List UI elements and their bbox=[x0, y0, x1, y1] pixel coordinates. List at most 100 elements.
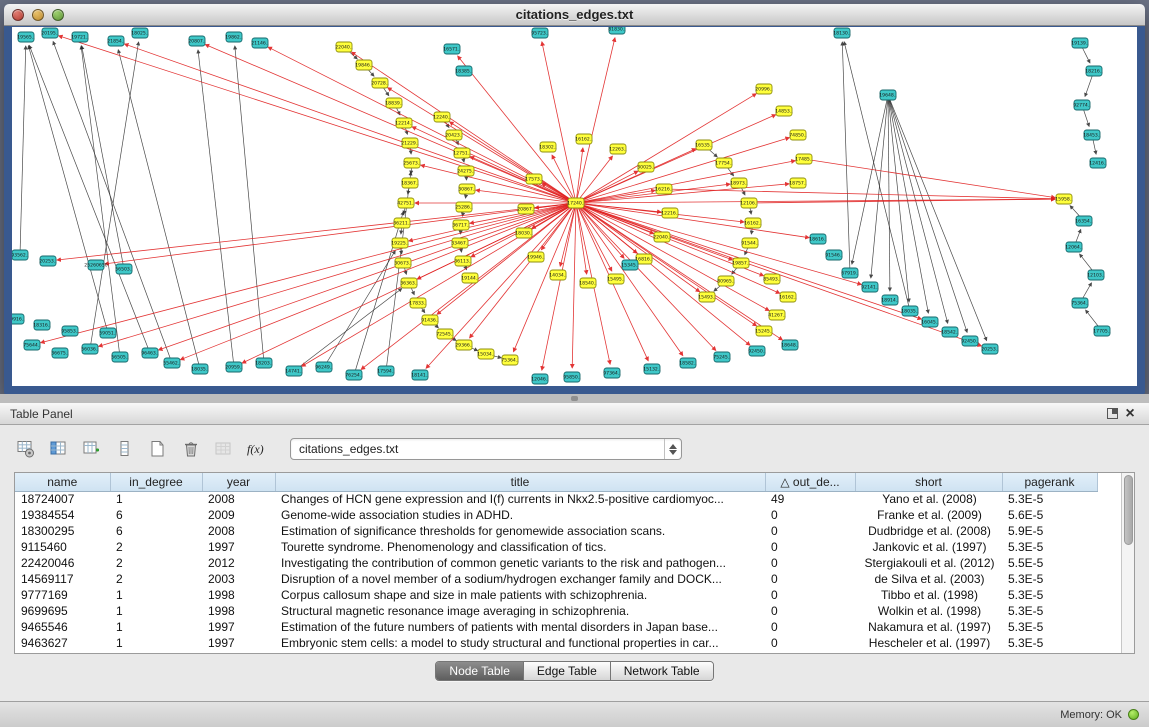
graph-node[interactable]: 18203.. bbox=[255, 358, 273, 368]
graph-node[interactable]: 16216.. bbox=[655, 184, 673, 194]
graph-node[interactable]: 17240.. bbox=[567, 198, 585, 208]
graph-node[interactable]: 59051.. bbox=[99, 328, 117, 338]
graph-node[interactable]: 20195.. bbox=[41, 28, 59, 38]
graph-node[interactable]: 22040.. bbox=[653, 232, 671, 242]
graph-node[interactable]: 20728.. bbox=[371, 78, 389, 88]
graph-node[interactable]: 20423.. bbox=[445, 130, 463, 140]
graph-node[interactable]: 21229.. bbox=[401, 138, 419, 148]
graph-node[interactable]: 95853.. bbox=[61, 326, 79, 336]
graph-node[interactable]: 19916.. bbox=[12, 314, 25, 324]
graph-node[interactable]: 74850.. bbox=[789, 130, 807, 140]
graph-node[interactable]: 17754.. bbox=[715, 158, 733, 168]
table-select-combo[interactable]: citations_edges.txt bbox=[290, 438, 682, 460]
graph-node[interactable]: 19139.. bbox=[1071, 38, 1089, 48]
graph-node[interactable]: 33467.. bbox=[451, 238, 469, 248]
graph-node[interactable]: 42751.. bbox=[397, 198, 415, 208]
graph-node[interactable]: 18130.. bbox=[833, 28, 851, 38]
graph-node[interactable]: 18542.. bbox=[941, 327, 959, 337]
graph-node[interactable]: 15132.. bbox=[643, 364, 661, 374]
graph-node[interactable]: 36363.. bbox=[400, 278, 418, 288]
graph-node[interactable]: 75644.. bbox=[23, 340, 41, 350]
window-titlebar[interactable]: citations_edges.txt bbox=[4, 4, 1145, 26]
graph-node[interactable]: 15345.. bbox=[621, 260, 639, 270]
graph-node[interactable]: 55462.. bbox=[163, 358, 181, 368]
graph-node[interactable]: 19144.. bbox=[461, 273, 479, 283]
graph-node[interactable]: 12416.. bbox=[1089, 158, 1107, 168]
column-header-title[interactable]: title bbox=[275, 473, 765, 491]
table-row[interactable]: 946362711997Embryonic stem cells: a mode… bbox=[15, 635, 1097, 651]
show-columns-icon[interactable] bbox=[47, 437, 71, 461]
graph-node[interactable]: 17485.. bbox=[795, 154, 813, 164]
graph-node[interactable]: 25286.. bbox=[455, 202, 473, 212]
graph-node[interactable]: 12064.. bbox=[1065, 242, 1083, 252]
graph-node[interactable]: 12216.. bbox=[661, 208, 679, 218]
graph-node[interactable]: 18973.. bbox=[730, 178, 748, 188]
graph-node[interactable]: 96249.. bbox=[315, 362, 333, 372]
graph-node[interactable]: 92141.. bbox=[861, 282, 879, 292]
graph-node[interactable]: 20996.. bbox=[755, 84, 773, 94]
graph-node[interactable]: 75364.. bbox=[501, 355, 519, 365]
graph-node[interactable]: 18141.. bbox=[411, 370, 429, 380]
scrollbar-thumb[interactable] bbox=[1124, 475, 1133, 545]
graph-node[interactable]: 67919.. bbox=[841, 268, 859, 278]
graph-node[interactable]: 18540.. bbox=[579, 278, 597, 288]
graph-node[interactable]: 20253.. bbox=[39, 256, 57, 266]
graph-node[interactable]: 36717.. bbox=[452, 220, 470, 230]
tab-edge-table[interactable]: Edge Table bbox=[524, 662, 611, 680]
graph-node[interactable]: 19721.. bbox=[71, 32, 89, 42]
graph-node[interactable]: 36113.. bbox=[454, 256, 472, 266]
graph-node[interactable]: 18616.. bbox=[809, 234, 827, 244]
tab-network-table[interactable]: Network Table bbox=[611, 662, 713, 680]
graph-node[interactable]: 20959.. bbox=[225, 362, 243, 372]
tab-node-table[interactable]: Node Table bbox=[436, 662, 524, 680]
graph-node[interactable]: 19857.. bbox=[732, 258, 750, 268]
graph-node[interactable]: 15495.. bbox=[607, 274, 625, 284]
table-row[interactable]: 1938455462009Genome-wide association stu… bbox=[15, 507, 1097, 523]
graph-node[interactable]: 12751.. bbox=[453, 148, 471, 158]
graph-node[interactable]: 36211.. bbox=[393, 218, 411, 228]
graph-node[interactable]: 41267.. bbox=[768, 310, 786, 320]
graph-node[interactable]: 56036.. bbox=[81, 344, 99, 354]
graph-node[interactable]: 18302.. bbox=[539, 142, 557, 152]
import-table-icon[interactable] bbox=[212, 437, 236, 461]
graph-node[interactable]: 12106.. bbox=[740, 198, 758, 208]
new-document-icon[interactable] bbox=[146, 437, 170, 461]
graph-node[interactable]: 18839.. bbox=[385, 98, 403, 108]
graph-node[interactable]: 16162.. bbox=[779, 292, 797, 302]
graph-node[interactable]: 15034.. bbox=[477, 349, 495, 359]
graph-node[interactable]: 93562.. bbox=[12, 250, 29, 260]
graph-node[interactable]: 91546.. bbox=[825, 250, 843, 260]
float-panel-icon[interactable] bbox=[1103, 406, 1121, 422]
graph-node[interactable]: 30673.. bbox=[394, 258, 412, 268]
table-row[interactable]: 969969511998Structural magnetic resonanc… bbox=[15, 603, 1097, 619]
column-header-out_de[interactable]: △ out_de... bbox=[765, 473, 855, 491]
graph-node[interactable]: 72545.. bbox=[436, 329, 454, 339]
table-row[interactable]: 1872400712008Changes of HCN gene express… bbox=[15, 491, 1097, 507]
delete-icon[interactable] bbox=[179, 437, 203, 461]
graph-node[interactable]: 12214.. bbox=[395, 118, 413, 128]
graph-node[interactable]: 18035.. bbox=[901, 306, 919, 316]
graph-node[interactable]: 17833.. bbox=[409, 298, 427, 308]
graph-node[interactable]: 19862.. bbox=[225, 32, 243, 42]
graph-node[interactable]: 18367.. bbox=[401, 178, 419, 188]
graph-node[interactable]: 95850.. bbox=[563, 372, 581, 382]
table-row[interactable]: 946554611997Estimation of the future num… bbox=[15, 619, 1097, 635]
graph-node[interactable]: 19225.. bbox=[391, 238, 409, 248]
graph-node[interactable]: 15493.. bbox=[698, 292, 716, 302]
graph-node[interactable]: 22040.. bbox=[335, 42, 353, 52]
graph-node[interactable]: 75245.. bbox=[713, 352, 731, 362]
graph-node[interactable]: 19946.. bbox=[527, 252, 545, 262]
table-row[interactable]: 1456911722003Disruption of a novel membe… bbox=[15, 571, 1097, 587]
window-minimize-button[interactable] bbox=[32, 9, 44, 21]
graph-node[interactable]: 16354.. bbox=[1075, 216, 1093, 226]
table-row[interactable]: 977716911998Corpus callosum shape and si… bbox=[15, 587, 1097, 603]
graph-node[interactable]: 20867.. bbox=[517, 204, 535, 214]
column-header-name[interactable]: name bbox=[15, 473, 110, 491]
table-mode-icon[interactable] bbox=[14, 437, 38, 461]
graph-node[interactable]: 14741.. bbox=[285, 366, 303, 376]
graph-node[interactable]: 19565.. bbox=[17, 32, 35, 42]
graph-node[interactable]: 21146.. bbox=[251, 38, 269, 48]
new-column-icon[interactable] bbox=[80, 437, 104, 461]
column-header-in_degree[interactable]: in_degree bbox=[110, 473, 202, 491]
graph-node[interactable]: 16162.. bbox=[575, 134, 593, 144]
